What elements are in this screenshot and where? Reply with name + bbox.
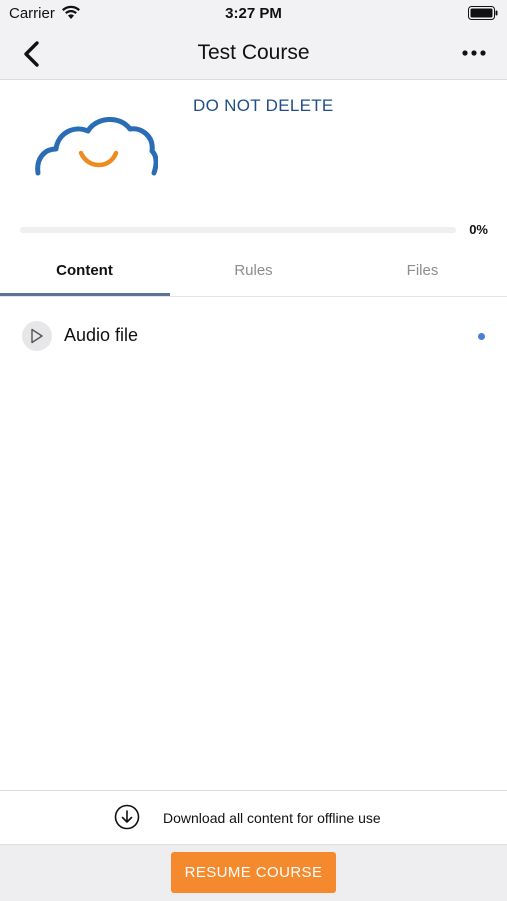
course-subtitle: DO NOT DELETE [193,96,334,115]
list-item-audio-file[interactable]: Audio file [0,298,507,374]
unread-indicator [478,333,485,340]
tab-files[interactable]: Files [338,250,507,296]
status-bar: Carrier 3:27 PM [0,0,507,28]
resume-course-button[interactable]: RESUME COURSE [171,852,336,893]
bottom-action-bar: RESUME COURSE [0,844,507,901]
download-all-button[interactable]: Download all content for offline use [0,790,507,845]
download-circle-icon [114,804,140,830]
list-item-label: Audio file [64,325,139,345]
cloud-smile-logo [34,115,159,179]
tab-bar: Content Rules Files [0,250,507,297]
page-title: Test Course [197,41,310,64]
navigation-bar: Test Course [0,28,507,80]
tab-rules[interactable]: Rules [169,250,338,296]
download-label: Download all content for offline use [163,810,381,826]
more-horizontal-icon[interactable] [461,42,487,64]
battery-icon [468,6,498,20]
tab-content[interactable]: Content [0,250,169,296]
status-time: 3:27 PM [225,5,282,22]
course-progress-label: 0% [469,222,488,237]
play-icon [22,321,52,351]
course-progress-bar [20,227,456,233]
active-tab-indicator [0,293,170,296]
